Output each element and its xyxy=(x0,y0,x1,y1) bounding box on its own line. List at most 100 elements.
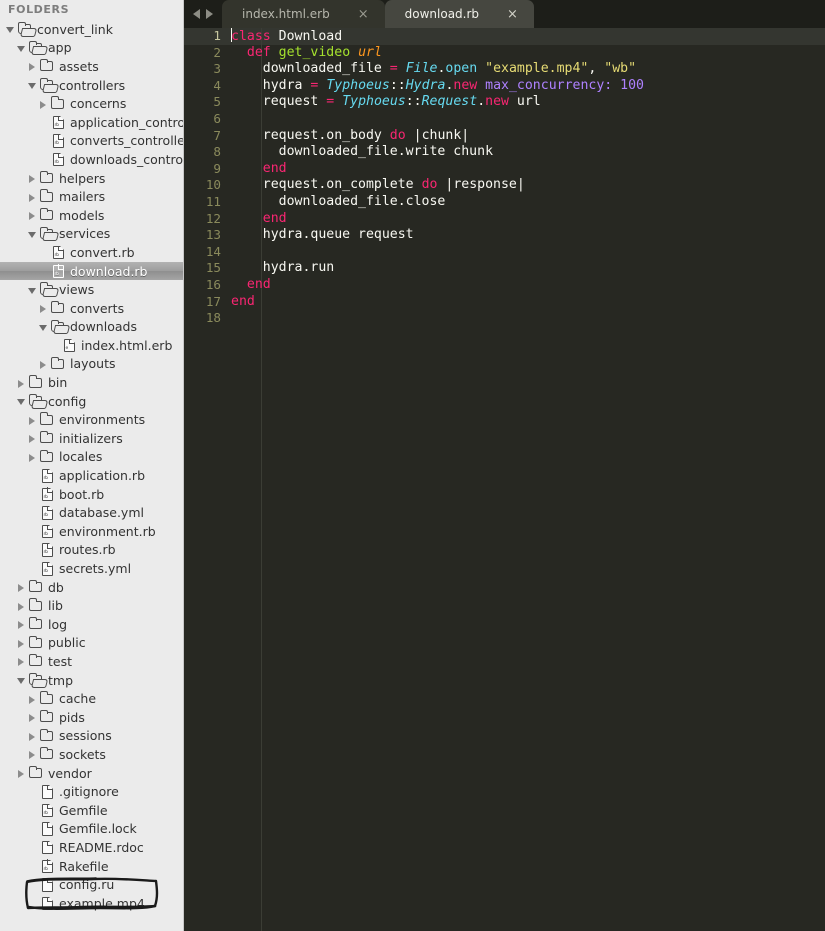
code-line-8[interactable]: 8 downloaded_file.write chunk xyxy=(184,144,825,161)
code-line-10[interactable]: 10 request.on_complete do |response| xyxy=(184,177,825,194)
code-line-2[interactable]: 2 def get_video url xyxy=(184,45,825,62)
tree-item-converts[interactable]: converts xyxy=(0,299,183,318)
tree-item-sessions[interactable]: sessions xyxy=(0,727,183,746)
chevron-down-icon[interactable] xyxy=(28,225,39,243)
tab-nav-arrows[interactable] xyxy=(184,0,222,28)
tree-item-application-controller-rb[interactable]: rbapplication_controller.rb xyxy=(0,113,183,132)
tree-item-app[interactable]: app xyxy=(0,39,183,58)
tab-close-icon[interactable]: × xyxy=(501,8,524,21)
chevron-right-icon[interactable] xyxy=(28,727,39,745)
code-line-15[interactable]: 15 hydra.run xyxy=(184,260,825,277)
chevron-right-icon[interactable] xyxy=(28,745,39,763)
code-line-3[interactable]: 3 downloaded_file = File.open "example.m… xyxy=(184,61,825,78)
tree-item-converts-controller-rb[interactable]: rbconverts_controller.rb xyxy=(0,132,183,151)
chevron-right-icon[interactable] xyxy=(28,169,39,187)
tree-item-environments[interactable]: environments xyxy=(0,410,183,429)
chevron-right-icon[interactable] xyxy=(28,429,39,447)
tree-item-readme-rdoc[interactable]: README.rdoc xyxy=(0,838,183,857)
chevron-right-icon[interactable] xyxy=(17,634,28,652)
tree-item-mailers[interactable]: mailers xyxy=(0,187,183,206)
code-line-9[interactable]: 9 end xyxy=(184,161,825,178)
tree-item-example-mp4[interactable]: example.mp4 xyxy=(0,894,183,913)
tree-item-config-ru[interactable]: config.ru xyxy=(0,875,183,894)
chevron-down-icon[interactable] xyxy=(28,76,39,94)
tree-item--gitignore[interactable]: .gitignore xyxy=(0,782,183,801)
tree-item-cache[interactable]: cache xyxy=(0,689,183,708)
code-line-4[interactable]: 4 hydra = Typhoeus::Hydra.new max_concur… xyxy=(184,78,825,95)
tree-item-database-yml[interactable]: rb database.yml xyxy=(0,503,183,522)
chevron-right-icon[interactable] xyxy=(39,95,50,113)
code-lines[interactable]: 1 class Download 2 def get_video url 3 down… xyxy=(184,28,825,327)
tree-item-sockets[interactable]: sockets xyxy=(0,745,183,764)
tree-item-models[interactable]: models xyxy=(0,206,183,225)
chevron-down-icon[interactable] xyxy=(17,392,28,410)
code-line-18[interactable]: 18 xyxy=(184,310,825,327)
file-tree-sidebar[interactable]: FOLDERS convert_link app assets controllers… xyxy=(0,0,184,931)
chevron-right-icon[interactable] xyxy=(28,57,39,75)
tree-item-convert-rb[interactable]: rb convert.rb xyxy=(0,243,183,262)
tree-item-downloads-controller-rb[interactable]: rbdownloads_controller.rb xyxy=(0,150,183,169)
tree-item-gemfile[interactable]: rb Gemfile xyxy=(0,801,183,820)
chevron-right-icon[interactable] xyxy=(28,690,39,708)
tree-item-test[interactable]: test xyxy=(0,652,183,671)
tree-item-initializers[interactable]: initializers xyxy=(0,429,183,448)
tab-close-icon[interactable]: × xyxy=(352,8,375,21)
tree-item-helpers[interactable]: helpers xyxy=(0,169,183,188)
tab-bar[interactable]: index.html.erb × download.rb × xyxy=(184,0,825,28)
chevron-down-icon[interactable] xyxy=(39,318,50,336)
chevron-down-icon[interactable] xyxy=(17,39,28,57)
chevron-right-icon[interactable] xyxy=(17,764,28,782)
chevron-right-icon[interactable] xyxy=(28,708,39,726)
tree-item-concerns[interactable]: concerns xyxy=(0,94,183,113)
tree-item-assets[interactable]: assets xyxy=(0,57,183,76)
chevron-right-icon[interactable] xyxy=(39,299,50,317)
tree-item-lib[interactable]: lib xyxy=(0,596,183,615)
tree-item-vendor[interactable]: vendor xyxy=(0,764,183,783)
tree-item-views[interactable]: views xyxy=(0,280,183,299)
code-line-17[interactable]: 17 end xyxy=(184,294,825,311)
tree-item-secrets-yml[interactable]: rb secrets.yml xyxy=(0,559,183,578)
tree-item-gemfile-lock[interactable]: Gemfile.lock xyxy=(0,820,183,839)
chevron-down-icon[interactable] xyxy=(6,20,17,38)
chevron-right-icon[interactable] xyxy=(17,597,28,615)
chevron-right-icon[interactable] xyxy=(28,448,39,466)
tree-item-locales[interactable]: locales xyxy=(0,448,183,467)
chevron-right-icon[interactable] xyxy=(17,652,28,670)
tree-item-rakefile[interactable]: rb Rakefile xyxy=(0,857,183,876)
chevron-down-icon[interactable] xyxy=(17,671,28,689)
code-line-6[interactable]: 6 xyxy=(184,111,825,128)
tree-item-application-rb[interactable]: rb application.rb xyxy=(0,466,183,485)
tree-item-boot-rb[interactable]: rb boot.rb xyxy=(0,485,183,504)
tree-item-controllers[interactable]: controllers xyxy=(0,76,183,95)
tab-prev-arrow-icon[interactable] xyxy=(193,9,200,19)
code-line-13[interactable]: 13 hydra.queue request xyxy=(184,227,825,244)
chevron-right-icon[interactable] xyxy=(39,355,50,373)
tree-item-convert-link[interactable]: convert_link xyxy=(0,20,183,39)
code-line-5[interactable]: 5 request = Typhoeus::Request.new url xyxy=(184,94,825,111)
tree-item-download-rb[interactable]: rb download.rb xyxy=(0,261,183,281)
tree-item-config[interactable]: config xyxy=(0,392,183,411)
tree-item-index-html-erb[interactable]: e index.html.erb xyxy=(0,336,183,355)
code-line-12[interactable]: 12 end xyxy=(184,211,825,228)
tree-item-bin[interactable]: bin xyxy=(0,373,183,392)
tree-item-pids[interactable]: pids xyxy=(0,708,183,727)
code-content[interactable]: 1 class Download 2 def get_video url 3 down… xyxy=(184,28,825,931)
code-line-11[interactable]: 11 downloaded_file.close xyxy=(184,194,825,211)
chevron-right-icon[interactable] xyxy=(28,206,39,224)
chevron-right-icon[interactable] xyxy=(28,188,39,206)
tabs-container[interactable]: index.html.erb × download.rb × xyxy=(222,0,534,28)
chevron-right-icon[interactable] xyxy=(17,578,28,596)
tab-next-arrow-icon[interactable] xyxy=(206,9,213,19)
tree-item-log[interactable]: log xyxy=(0,615,183,634)
tree-item-layouts[interactable]: layouts xyxy=(0,355,183,374)
tree-item-public[interactable]: public xyxy=(0,634,183,653)
tree-item-db[interactable]: db xyxy=(0,578,183,597)
code-line-16[interactable]: 16 end xyxy=(184,277,825,294)
tree-item-routes-rb[interactable]: rb routes.rb xyxy=(0,541,183,560)
code-line-7[interactable]: 7 request.on_body do |chunk| xyxy=(184,128,825,145)
chevron-right-icon[interactable] xyxy=(17,615,28,633)
tab-download-rb[interactable]: download.rb × xyxy=(384,0,534,28)
chevron-down-icon[interactable] xyxy=(28,281,39,299)
chevron-right-icon[interactable] xyxy=(17,374,28,392)
tree-item-environment-rb[interactable]: rb environment.rb xyxy=(0,522,183,541)
